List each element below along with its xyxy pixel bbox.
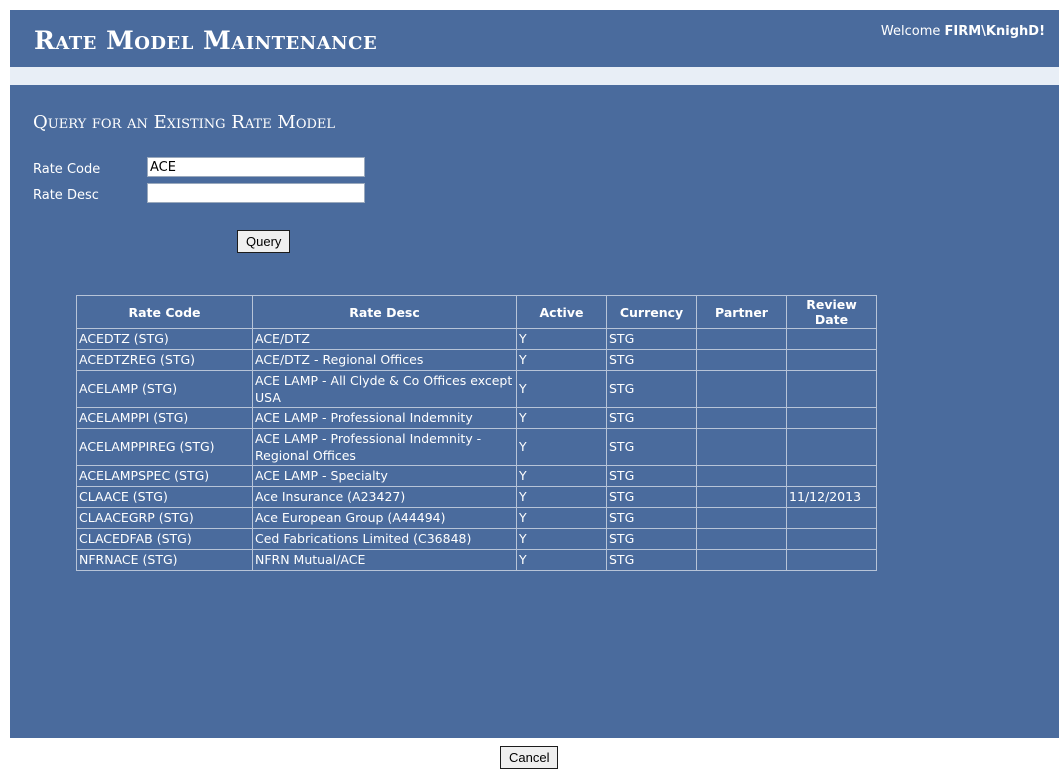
cell-partner [696, 349, 787, 371]
welcome-message: Welcome FIRM\KnighD! [881, 24, 1045, 39]
cell-currency: STG [606, 549, 697, 571]
table-row[interactable]: CLAACE (STG) Ace Insurance (A23427) Y ST… [76, 486, 877, 508]
app-title: Rate Model Maintenance [34, 26, 378, 55]
cell-currency: STG [606, 407, 697, 429]
cell-review-date [786, 370, 877, 408]
cell-partner [696, 486, 787, 508]
cell-currency: STG [606, 507, 697, 529]
section-title: Query for an Existing Rate Model [33, 112, 336, 133]
cell-rate-desc: ACE LAMP - Specialty [252, 465, 517, 487]
cell-rate-desc: Ace Insurance (A23427) [252, 486, 517, 508]
cell-rate-code[interactable]: ACELAMPPIREG (STG) [76, 428, 253, 466]
cell-active: Y [516, 465, 607, 487]
table-row[interactable]: ACELAMP (STG) ACE LAMP - All Clyde & Co … [76, 370, 877, 408]
cell-rate-code[interactable]: NFRNACE (STG) [76, 549, 253, 571]
cancel-button[interactable]: Cancel [500, 746, 559, 769]
cell-rate-desc: ACE LAMP - Professional Indemnity - Regi… [252, 428, 517, 466]
table-row[interactable]: ACELAMPPIREG (STG) ACE LAMP - Profession… [76, 428, 877, 466]
query-button[interactable]: Query [237, 230, 291, 253]
query-panel: Query for an Existing Rate Model Rate Co… [10, 85, 1059, 738]
cell-rate-code[interactable]: ACEDTZREG (STG) [76, 349, 253, 371]
cell-active: Y [516, 349, 607, 371]
header-divider [10, 67, 1059, 85]
user-name: FIRM\KnighD! [944, 24, 1045, 39]
table-row[interactable]: ACELAMPPI (STG) ACE LAMP - Professional … [76, 407, 877, 429]
cell-partner [696, 407, 787, 429]
cell-review-date [786, 528, 877, 550]
cell-review-date [786, 428, 877, 466]
column-header-rate-desc[interactable]: Rate Desc [252, 295, 517, 329]
cell-rate-code[interactable]: CLAACE (STG) [76, 486, 253, 508]
results-table: Rate Code Rate Desc Active Currency Part… [76, 295, 877, 571]
welcome-prefix: Welcome [880, 24, 945, 39]
cell-active: Y [516, 507, 607, 529]
cell-rate-code[interactable]: CLACEDFAB (STG) [76, 528, 253, 550]
cell-rate-desc: ACE LAMP - All Clyde & Co Offices except… [252, 370, 517, 408]
table-row[interactable]: NFRNACE (STG) NFRN Mutual/ACE Y STG [76, 549, 877, 571]
cell-rate-desc: ACE/DTZ - Regional Offices [252, 349, 517, 371]
cell-partner [696, 465, 787, 487]
table-row[interactable]: ACEDTZ (STG) ACE/DTZ Y STG [76, 328, 877, 350]
app-header: Rate Model Maintenance Welcome FIRM\Knig… [10, 10, 1059, 67]
cell-currency: STG [606, 328, 697, 350]
cell-currency: STG [606, 349, 697, 371]
column-header-active[interactable]: Active [516, 295, 607, 329]
table-row[interactable]: ACEDTZREG (STG) ACE/DTZ - Regional Offic… [76, 349, 877, 371]
cell-currency: STG [606, 428, 697, 466]
cell-rate-desc: Ace European Group (A44494) [252, 507, 517, 529]
cell-active: Y [516, 528, 607, 550]
cell-active: Y [516, 486, 607, 508]
cell-review-date [786, 549, 877, 571]
cell-currency: STG [606, 486, 697, 508]
cell-rate-code[interactable]: ACELAMP (STG) [76, 370, 253, 408]
cell-rate-code[interactable]: ACELAMPPI (STG) [76, 407, 253, 429]
cell-review-date [786, 407, 877, 429]
cell-partner [696, 328, 787, 350]
cell-currency: STG [606, 465, 697, 487]
table-row[interactable]: CLACEDFAB (STG) Ced Fabrications Limited… [76, 528, 877, 550]
cell-review-date [786, 465, 877, 487]
cell-active: Y [516, 328, 607, 350]
column-header-currency[interactable]: Currency [606, 295, 697, 329]
cell-partner [696, 428, 787, 466]
cell-currency: STG [606, 528, 697, 550]
table-row[interactable]: CLAACEGRP (STG) Ace European Group (A444… [76, 507, 877, 529]
cell-active: Y [516, 549, 607, 571]
cell-review-date [786, 507, 877, 529]
table-row[interactable]: ACELAMPSPEC (STG) ACE LAMP - Specialty Y… [76, 465, 877, 487]
footer-bar: Cancel [10, 738, 1059, 769]
cell-rate-desc: Ced Fabrications Limited (C36848) [252, 528, 517, 550]
rate-code-label: Rate Code [33, 162, 101, 177]
cell-partner [696, 549, 787, 571]
cell-rate-desc: ACE LAMP - Professional Indemnity [252, 407, 517, 429]
column-header-review-date[interactable]: Review Date [786, 295, 877, 329]
column-header-partner[interactable]: Partner [696, 295, 787, 329]
cell-active: Y [516, 370, 607, 408]
column-header-rate-code[interactable]: Rate Code [76, 295, 253, 329]
cell-rate-code[interactable]: ACELAMPSPEC (STG) [76, 465, 253, 487]
rate-desc-label: Rate Desc [33, 188, 99, 203]
cell-rate-desc: NFRN Mutual/ACE [252, 549, 517, 571]
cell-rate-code[interactable]: CLAACEGRP (STG) [76, 507, 253, 529]
table-header-row: Rate Code Rate Desc Active Currency Part… [76, 295, 877, 329]
rate-desc-input[interactable] [147, 183, 365, 203]
cell-review-date: 11/12/2013 [786, 486, 877, 508]
rate-code-input[interactable] [147, 157, 365, 177]
cell-review-date [786, 349, 877, 371]
cell-partner [696, 507, 787, 529]
cell-active: Y [516, 407, 607, 429]
cell-active: Y [516, 428, 607, 466]
cell-review-date [786, 328, 877, 350]
cell-rate-code[interactable]: ACEDTZ (STG) [76, 328, 253, 350]
cell-partner [696, 370, 787, 408]
app-window: Rate Model Maintenance Welcome FIRM\Knig… [10, 10, 1059, 769]
cell-currency: STG [606, 370, 697, 408]
cell-partner [696, 528, 787, 550]
cell-rate-desc: ACE/DTZ [252, 328, 517, 350]
